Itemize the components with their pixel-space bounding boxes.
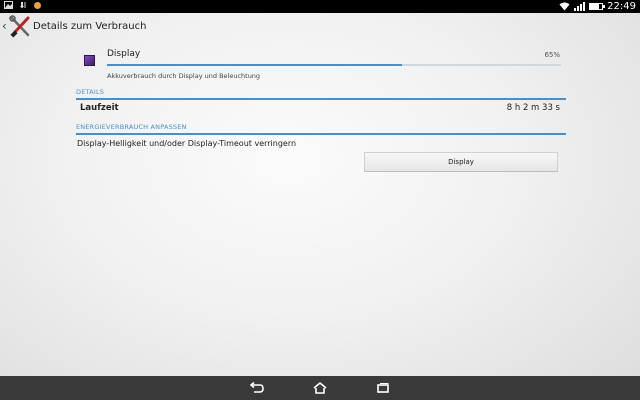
display-settings-button[interactable]: Display <box>364 152 558 172</box>
usage-progress-fill <box>107 64 403 66</box>
signal-icon <box>574 2 586 11</box>
wifi-icon <box>559 2 570 11</box>
section-divider-adjust <box>76 133 566 135</box>
download-icon <box>20 2 26 9</box>
runtime-value: 8 h 2 m 33 s <box>506 103 560 113</box>
notification-icon <box>34 1 41 9</box>
up-navigation-chevron-icon[interactable]: ‹ <box>2 19 7 33</box>
home-icon[interactable] <box>313 382 327 394</box>
app-name: Display <box>107 49 141 59</box>
app-usage-row: Display 65% Akkuverbrauch durch Display … <box>76 43 566 93</box>
section-divider-details <box>76 98 566 100</box>
page-title: Details zum Verbrauch <box>33 21 147 32</box>
status-right-icons: 22:49 <box>559 0 636 13</box>
usage-percent: 65% <box>544 51 560 59</box>
battery-icon <box>589 3 606 10</box>
clock: 22:49 <box>607 1 636 12</box>
action-bar: ‹ Details zum Verbrauch <box>0 13 640 41</box>
recent-apps-icon[interactable] <box>376 382 390 394</box>
image-icon <box>4 1 13 9</box>
section-header-details: DETAILS <box>76 88 105 96</box>
section-header-adjust: ENERGIEVERBRAUCH ANPASSEN <box>76 123 187 131</box>
navigation-bar <box>0 376 640 400</box>
usage-description: Akkuverbrauch durch Display und Beleucht… <box>107 72 261 80</box>
status-left-icons <box>4 1 41 9</box>
runtime-label: Laufzeit <box>80 103 119 113</box>
advice-text: Display-Helligkeit und/oder Display-Time… <box>77 139 297 148</box>
usage-progress-bar <box>107 64 561 66</box>
back-icon[interactable] <box>250 382 264 394</box>
tools-icon[interactable] <box>9 15 31 39</box>
display-app-icon <box>84 55 95 66</box>
status-bar: 22:49 <box>0 0 640 13</box>
